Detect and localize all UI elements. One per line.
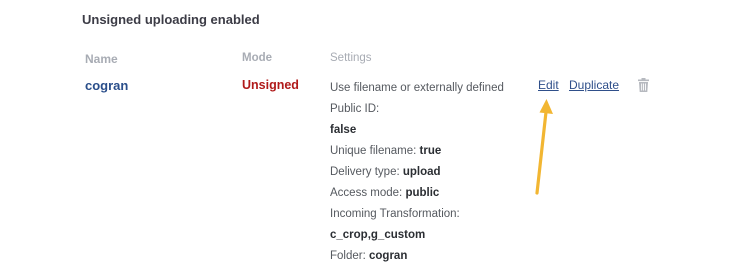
- setting-unique-filename-label: Unique filename:: [330, 145, 417, 157]
- preset-settings: Use filename or externally defined Publi…: [330, 78, 530, 267]
- setting-access-mode-value: public: [405, 187, 440, 199]
- setting-access-mode-label: Access mode:: [330, 187, 403, 199]
- column-header-mode: Mode: [242, 52, 273, 64]
- column-header-name: Name: [85, 52, 118, 66]
- edit-link[interactable]: Edit: [538, 78, 559, 92]
- setting-delivery-type-label: Delivery type:: [330, 166, 400, 178]
- setting-incoming-transformation-label: Incoming Transformation:: [330, 208, 460, 220]
- preset-name: cogran: [85, 78, 129, 93]
- setting-folder: Folder: cogran: [330, 246, 530, 267]
- setting-delivery-type: Delivery type: upload: [330, 162, 530, 183]
- column-header-settings: Settings: [330, 52, 372, 64]
- setting-unique-filename: Unique filename: true: [330, 141, 530, 162]
- setting-incoming-transformation-value: c_crop,g_custom: [330, 229, 426, 241]
- setting-unique-filename-value: true: [419, 145, 442, 157]
- setting-public-id-label: Use filename or externally defined: [330, 82, 504, 94]
- setting-public-id-value: false: [330, 124, 357, 136]
- setting-folder-value: cogran: [369, 250, 408, 262]
- section-title: Unsigned uploading enabled: [82, 12, 260, 27]
- duplicate-link[interactable]: Duplicate: [569, 78, 619, 92]
- setting-access-mode: Access mode: public: [330, 183, 530, 204]
- setting-folder-label: Folder:: [330, 250, 366, 262]
- setting-public-id-label-2: Public ID:: [330, 103, 380, 115]
- setting-delivery-type-value: upload: [402, 166, 441, 178]
- trash-icon[interactable]: [638, 78, 649, 92]
- preset-mode: Unsigned: [242, 78, 299, 92]
